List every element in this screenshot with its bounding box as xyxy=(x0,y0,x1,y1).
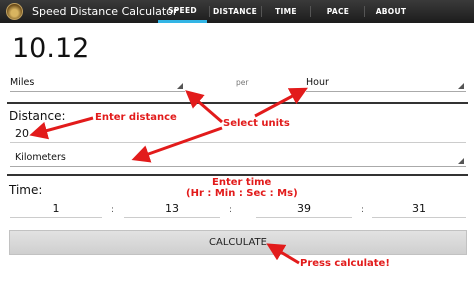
tab-about[interactable]: ABOUT xyxy=(366,0,416,23)
distance-label: Distance: xyxy=(9,109,66,123)
annotation-time-format: (Hr : Min : Sec : Ms) xyxy=(186,188,298,199)
calculate-button[interactable]: CALCULATE xyxy=(9,230,467,255)
tab-distance[interactable]: DISTANCE xyxy=(212,0,258,23)
time-separator: : xyxy=(229,205,233,215)
annotation-press-calculate: Press calculate! xyxy=(300,258,390,269)
section-divider xyxy=(7,102,468,104)
tab-time[interactable]: TIME xyxy=(264,0,308,23)
time-unit-spinner[interactable]: Hour xyxy=(306,76,466,92)
tab-divider xyxy=(364,6,365,17)
seconds-input[interactable]: 39 xyxy=(256,202,352,218)
distance-unit-select-value: Kilometers xyxy=(15,152,66,163)
section-divider xyxy=(7,174,468,176)
tab-divider xyxy=(261,6,262,17)
annotation-select-units: Select units xyxy=(223,118,290,129)
app-title: Speed Distance Calculator xyxy=(32,5,178,18)
action-bar: Speed Distance Calculator SPEED DISTANCE… xyxy=(0,0,474,23)
spinner-arrow-icon xyxy=(458,158,464,164)
app-icon xyxy=(6,3,23,20)
time-separator: : xyxy=(111,205,115,215)
distance-input[interactable]: 20 xyxy=(10,127,466,143)
tab-pace[interactable]: PACE xyxy=(313,0,363,23)
time-separator: : xyxy=(361,205,365,215)
hours-input[interactable]: 1 xyxy=(10,202,102,218)
spinner-arrow-icon xyxy=(177,83,183,89)
arrow-to-distance-unit xyxy=(185,90,223,124)
time-label: Time: xyxy=(9,183,43,197)
speed-result: 10.12 xyxy=(12,33,90,64)
tab-divider xyxy=(209,6,210,17)
spinner-arrow-icon xyxy=(458,83,464,89)
distance-unit-select[interactable]: Kilometers xyxy=(10,151,466,167)
per-label: per xyxy=(236,78,249,87)
tab-speed[interactable]: SPEED xyxy=(158,0,207,23)
milliseconds-input[interactable]: 31 xyxy=(372,202,466,218)
tab-divider xyxy=(310,6,311,17)
arrow-to-time-unit xyxy=(254,87,308,118)
distance-unit-value: Miles xyxy=(10,77,35,88)
distance-unit-spinner[interactable]: Miles xyxy=(10,76,185,92)
annotation-enter-time: Enter time xyxy=(212,177,272,188)
time-unit-value: Hour xyxy=(306,77,329,88)
minutes-input[interactable]: 13 xyxy=(124,202,220,218)
annotation-enter-distance: Enter distance xyxy=(95,112,177,123)
